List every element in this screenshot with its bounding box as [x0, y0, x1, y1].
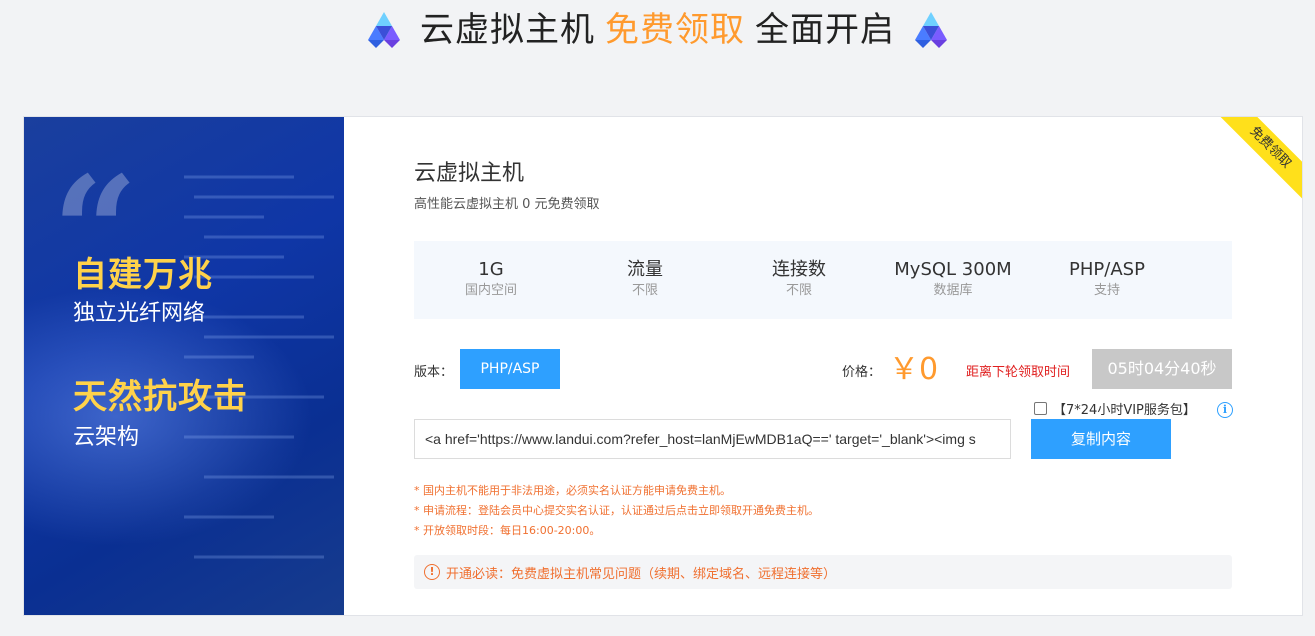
- spec-label: 数据库: [933, 283, 973, 298]
- banner-subline-2: 云架构: [73, 425, 140, 450]
- copy-button[interactable]: 复制内容: [1031, 419, 1171, 459]
- spec-label: 支持: [1093, 283, 1120, 298]
- page-title-part1: 云虚拟主机: [420, 10, 595, 50]
- spec-item: MySQL 300M 数据库: [876, 241, 1030, 319]
- note-item: * 开放领取时段：每日16:00-20:00。: [414, 524, 601, 537]
- page-title-highlight: 免费领取: [605, 10, 745, 50]
- vip-service-option[interactable]: 【7*24小时VIP服务包】: [1034, 399, 1196, 418]
- spec-value: PHP/ASP: [1069, 259, 1145, 280]
- version-option-php-asp[interactable]: PHP/ASP: [460, 349, 560, 389]
- spec-value: 流量: [627, 259, 663, 280]
- note-item: * 国内主机不能用于非法用途，必须实名认证方能申请免费主机。: [414, 484, 731, 497]
- note-item: * 申请流程：登陆会员中心提交实名认证，认证通过后点击立即领取开通免费主机。: [414, 504, 819, 517]
- info-icon[interactable]: i: [1217, 402, 1233, 418]
- vip-checkbox[interactable]: [1034, 402, 1047, 415]
- page-header: 云虚拟主机 免费领取 全面开启: [0, 4, 1315, 56]
- spec-item: PHP/ASP 支持: [1030, 241, 1184, 319]
- product-description: 高性能云虚拟主机 0 元免费领取: [414, 197, 600, 212]
- banner-headline-1: 自建万兆: [73, 255, 213, 295]
- product-title: 云虚拟主机: [414, 161, 525, 186]
- notice-link[interactable]: ! 开通必读：免费虚拟主机常见问题（续期、绑定域名、远程连接等）: [414, 555, 1232, 589]
- price-label: 价格：: [842, 365, 882, 380]
- spec-label: 不限: [631, 283, 658, 298]
- spec-value: MySQL 300M: [894, 259, 1012, 280]
- price-value: ￥0: [889, 352, 939, 387]
- spec-item: 连接数 不限: [722, 241, 876, 319]
- spec-value: 1G: [478, 259, 504, 280]
- embed-code-field[interactable]: <a href='https://www.landui.com?refer_ho…: [414, 419, 1011, 459]
- countdown-button[interactable]: 05时04分40秒: [1092, 349, 1232, 389]
- spec-item: 1G 国内空间: [414, 241, 568, 319]
- version-label: 版本：: [414, 365, 454, 380]
- pyramid-logo-icon: [368, 12, 400, 48]
- promo-banner: “ 自建万兆 独立光纤网络 天然抗攻击 云架构: [24, 117, 344, 615]
- vip-label: 【7*24小时VIP服务包】: [1053, 403, 1196, 418]
- warning-icon: !: [424, 564, 440, 580]
- notes-list: * 国内主机不能用于非法用途，必须实名认证方能申请免费主机。 * 申请流程：登陆…: [414, 481, 819, 541]
- spec-value: 连接数: [772, 259, 826, 280]
- pyramid-logo-icon: [915, 12, 947, 48]
- notice-text: 开通必读：免费虚拟主机常见问题（续期、绑定域名、远程连接等）: [446, 566, 837, 582]
- code-decoration: [184, 175, 334, 559]
- spec-panel: 1G 国内空间 流量 不限 连接数 不限 MySQL 300M 数据库 PHP/…: [414, 241, 1232, 319]
- page-title-part2: 全面开启: [755, 10, 895, 50]
- spec-item: 流量 不限: [568, 241, 722, 319]
- banner-headline-2: 天然抗攻击: [73, 377, 248, 417]
- spec-label: 不限: [785, 283, 812, 298]
- product-card: “ 自建万兆 独立光纤网络 天然抗攻击 云架构 免费领取 云虚拟主机 高性能云虚…: [23, 116, 1303, 616]
- banner-subline-1: 独立光纤网络: [73, 301, 206, 326]
- product-details: 云虚拟主机 高性能云虚拟主机 0 元免费领取 1G 国内空间 流量 不限 连接数…: [414, 117, 1234, 615]
- countdown-label: 距离下轮领取时间: [966, 365, 1071, 380]
- spec-label: 国内空间: [464, 283, 517, 298]
